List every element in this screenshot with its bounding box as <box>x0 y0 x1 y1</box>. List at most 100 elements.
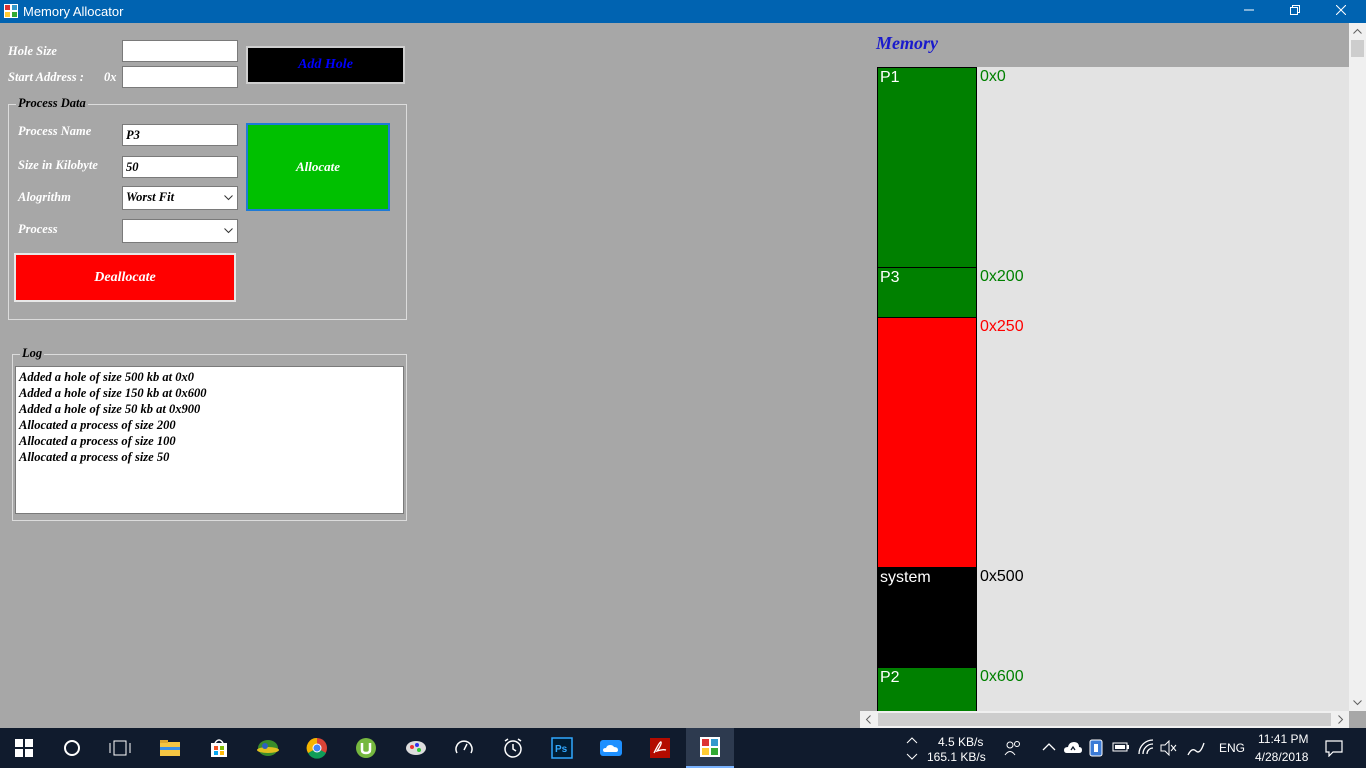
speedometer-button[interactable] <box>440 728 488 768</box>
language-indicator[interactable]: ENG <box>1219 741 1245 755</box>
memory-block-p1[interactable]: P1 <box>877 67 977 268</box>
task-view-button[interactable] <box>96 728 144 768</box>
deallocate-button[interactable]: Deallocate <box>14 253 236 302</box>
horizontal-scrollbar[interactable] <box>860 711 1349 728</box>
deallocate-label: Deallocate <box>94 269 156 285</box>
network-app-button[interactable] <box>244 728 292 768</box>
chevron-down-icon <box>224 195 233 201</box>
clock-time[interactable]: 11:41 PM <box>1258 732 1308 746</box>
cloud-upload-icon[interactable] <box>1063 739 1083 755</box>
block-label: P3 <box>880 269 900 286</box>
title-bar: Memory Allocator <box>0 0 1366 23</box>
alarm-clock-icon <box>504 738 522 758</box>
app-tray-icon[interactable] <box>1089 739 1103 757</box>
utorrent-button[interactable] <box>342 728 390 768</box>
windows-logo-icon <box>15 739 33 757</box>
allocate-button[interactable]: Allocate <box>246 123 390 211</box>
log-line: Added a hole of size 150 kb at 0x600 <box>19 386 207 400</box>
block-label: P2 <box>880 669 900 686</box>
log-listbox[interactable]: Added a hole of size 500 kb at 0x0 Added… <box>15 366 404 514</box>
paint-app-button[interactable] <box>392 728 440 768</box>
hex-prefix-label: 0x <box>104 70 117 84</box>
scroll-thumb[interactable] <box>1351 40 1364 57</box>
hole-size-input[interactable] <box>122 40 238 62</box>
algorithm-value: Worst Fit <box>126 190 175 204</box>
log-line: Allocated a process of size 100 <box>19 434 176 448</box>
process-select[interactable] <box>122 219 238 243</box>
onedrive-icon <box>600 740 622 756</box>
scroll-down-icon[interactable] <box>1349 694 1366 711</box>
paint-app-icon <box>406 741 426 755</box>
process-data-title: Process Data <box>16 96 88 111</box>
battery-icon[interactable] <box>1112 740 1130 754</box>
photoshop-icon: Ps <box>551 737 573 759</box>
close-button[interactable] <box>1318 0 1364 23</box>
action-center-icon[interactable] <box>1325 739 1343 757</box>
show-hidden-icons-chevron-icon[interactable] <box>1042 742 1056 752</box>
file-explorer-button[interactable] <box>146 728 194 768</box>
volume-muted-icon[interactable] <box>1160 740 1178 756</box>
chevron-down-icon <box>224 228 233 234</box>
start-button[interactable] <box>0 728 48 768</box>
scroll-up-icon[interactable] <box>1349 23 1366 40</box>
memory-block-p3[interactable]: P3 <box>877 267 977 318</box>
onedrive-button[interactable] <box>587 728 635 768</box>
utorrent-icon <box>356 738 376 758</box>
process-name-label: Process Name <box>18 124 92 138</box>
alarm-clock-button[interactable] <box>489 728 537 768</box>
chrome-button[interactable] <box>293 728 341 768</box>
log-title: Log <box>20 346 45 361</box>
network-app-icon <box>257 740 279 756</box>
vertical-scrollbar[interactable] <box>1349 23 1366 711</box>
net-upload-speed: 4.5 KB/s <box>938 735 984 749</box>
wifi-icon[interactable] <box>1137 738 1155 756</box>
memory-block-p2[interactable]: P2 <box>877 667 977 711</box>
people-icon[interactable] <box>1004 739 1022 757</box>
file-explorer-icon <box>160 740 180 756</box>
svg-text:Ps: Ps <box>555 744 568 755</box>
taskbar: Ps 4.5 KB/s 165.1 KB/s ENG 11:41 PM 4/28… <box>0 728 1366 768</box>
block-address: 0x600 <box>980 668 1024 685</box>
acrobat-icon <box>650 738 670 758</box>
memory-allocator-taskbar-button[interactable] <box>686 728 734 768</box>
store-button[interactable] <box>195 728 243 768</box>
log-line: Allocated a process of size 50 <box>19 450 170 464</box>
restore-button[interactable] <box>1272 0 1318 23</box>
memory-allocator-icon <box>700 737 720 757</box>
add-hole-label: Add Hole <box>298 57 353 72</box>
hole-size-label: Hole Size <box>8 44 57 58</box>
algorithm-label: Alogrithm <box>18 190 71 204</box>
process-name-input[interactable] <box>122 124 238 146</box>
photoshop-button[interactable]: Ps <box>538 728 586 768</box>
cortana-button[interactable] <box>48 728 96 768</box>
window-title: Memory Allocator <box>23 4 124 19</box>
minimize-button[interactable] <box>1226 0 1272 23</box>
memory-block-hole[interactable] <box>877 317 977 568</box>
memory-block-system[interactable]: system <box>877 567 977 668</box>
block-address: 0x0 <box>980 68 1006 85</box>
add-hole-button[interactable]: Add Hole <box>246 46 405 84</box>
log-line: Added a hole of size 50 kb at 0x900 <box>19 402 201 416</box>
clock-date[interactable]: 4/28/2018 <box>1255 750 1308 764</box>
size-kb-input[interactable] <box>122 156 238 178</box>
process-select-label: Process <box>18 222 58 236</box>
acrobat-button[interactable] <box>636 728 684 768</box>
allocate-label: Allocate <box>295 159 341 174</box>
store-icon <box>211 739 227 757</box>
scroll-left-icon[interactable] <box>860 711 877 728</box>
net-download-speed: 165.1 KB/s <box>927 750 986 764</box>
size-kb-label: Size in Kilobyte <box>18 158 98 172</box>
pen-ink-icon[interactable] <box>1186 739 1206 757</box>
block-address: 0x500 <box>980 568 1024 585</box>
block-label: P1 <box>880 69 900 86</box>
algorithm-select[interactable]: Worst Fit <box>122 186 238 210</box>
scroll-right-icon[interactable] <box>1332 711 1349 728</box>
block-address: 0x250 <box>980 318 1024 335</box>
task-view-icon <box>109 740 131 756</box>
speedometer-icon <box>455 740 473 754</box>
start-address-input[interactable] <box>122 66 238 88</box>
close-icon <box>1335 4 1347 16</box>
restore-icon <box>1290 5 1300 15</box>
scroll-thumb[interactable] <box>878 713 1331 726</box>
block-label: system <box>880 569 931 586</box>
